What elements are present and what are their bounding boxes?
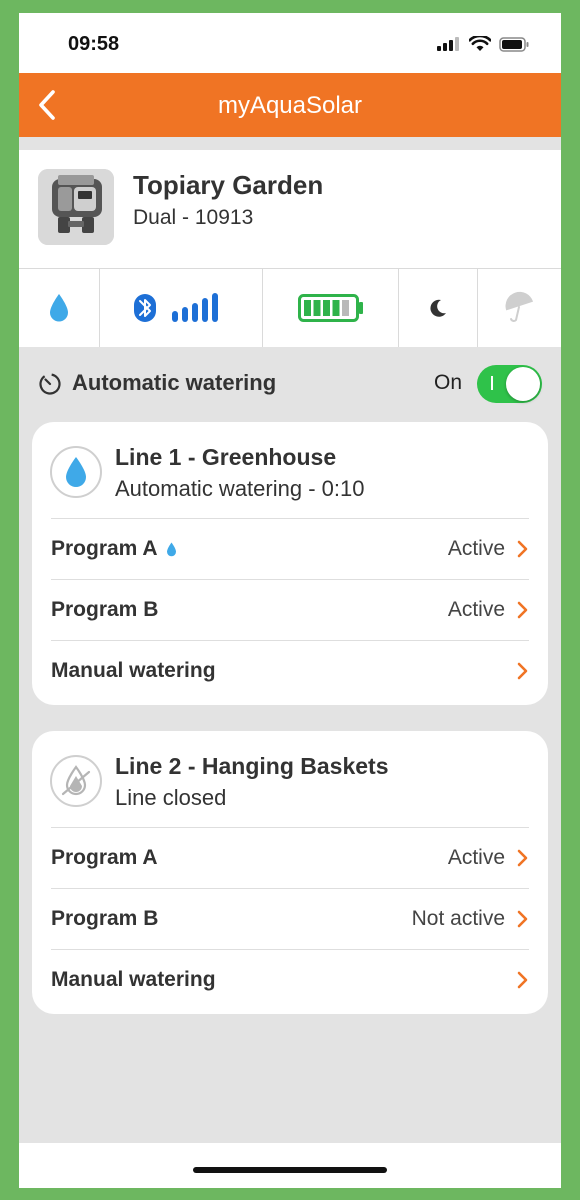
device-model: Dual - 10913 [133,206,254,229]
program-a-row[interactable]: Program A Active [51,827,529,888]
status-bar: 09:58 [19,13,561,73]
automatic-watering-row: Automatic watering On [19,357,561,411]
battery-status-icon [499,36,529,52]
program-a-status: Active [447,537,505,560]
manual-watering-label: Manual watering [51,968,216,991]
water-drop-closed-icon [61,765,91,796]
cellular-signal-icon [437,37,459,51]
program-a-status: Active [447,846,505,869]
water-drop-icon [50,294,68,322]
battery-cell[interactable] [263,269,399,347]
battery-icon [297,294,363,322]
moon-icon [430,299,446,317]
wifi-icon [469,36,491,51]
toggle-on-mark [491,376,493,390]
device-image [38,169,114,245]
automatic-watering-toggle[interactable] [477,365,542,403]
line-header[interactable]: Line 2 - Hanging Baskets Line closed [32,731,548,827]
row-label: Program A [51,537,177,561]
manual-watering-row[interactable]: Manual watering [51,949,529,1010]
line-icon [50,446,102,498]
chevron-right-icon [517,662,528,680]
bluetooth-signal-cell[interactable] [100,269,263,347]
line-card-2: Line 2 - Hanging Baskets Line closed Pro… [32,731,548,1014]
row-label: Program A [51,846,158,870]
program-a-label: Program A [51,846,158,869]
program-a-row[interactable]: Program A Active [51,518,529,579]
line-header[interactable]: Line 1 - Greenhouse Automatic watering -… [32,422,548,518]
device-header: Topiary Garden Dual - 10913 [19,150,561,268]
controller-device-icon [38,169,114,245]
status-strip [19,268,561,347]
row-label: Program B [51,598,158,622]
row-label: Program B [51,907,158,931]
status-icons [437,36,529,52]
home-indicator[interactable] [193,1167,387,1173]
small-water-drop-icon [166,542,176,556]
home-indicator-bar [19,1143,561,1188]
rain-sensor-cell[interactable] [478,269,561,347]
chevron-right-icon [517,601,528,619]
toggle-state-label: On [434,371,463,394]
phone-screen: 09:58 myAquaSolar Topiary Garden Dual - … [19,13,561,1188]
line-title: Line 2 - Hanging Baskets [115,753,389,779]
line-card-1: Line 1 - Greenhouse Automatic watering -… [32,422,548,705]
program-b-status: Active [447,598,505,621]
chevron-right-icon [517,971,528,989]
chevron-right-icon [517,540,528,558]
program-b-row[interactable]: Program B Active [51,579,529,640]
status-time: 09:58 [68,33,120,55]
automatic-watering-label: Automatic watering [72,370,277,395]
night-mode-cell[interactable] [399,269,478,347]
chevron-right-icon [517,910,528,928]
manual-watering-label: Manual watering [51,659,216,682]
umbrella-icon [505,291,533,322]
bluetooth-signal-icon [134,293,218,322]
program-a-label: Program A [51,537,158,560]
program-b-label: Program B [51,907,159,930]
water-status-cell[interactable] [19,269,100,347]
chevron-right-icon [517,849,528,867]
water-drop-icon [66,457,86,487]
program-b-label: Program B [51,598,159,621]
nav-bar: myAquaSolar [19,73,561,137]
line-status: Line closed [115,785,227,810]
row-label: Manual watering [51,968,216,992]
timer-icon [39,373,61,395]
nav-title: myAquaSolar [217,92,363,119]
line-title: Line 1 - Greenhouse [115,444,337,470]
device-name: Topiary Garden [133,170,324,200]
manual-watering-row[interactable]: Manual watering [51,640,529,701]
program-b-status: Not active [411,907,505,930]
program-b-row[interactable]: Program B Not active [51,888,529,949]
row-label: Manual watering [51,659,216,683]
toggle-knob [506,367,540,401]
line-icon [50,755,102,807]
line-status: Automatic watering - 0:10 [115,476,365,501]
